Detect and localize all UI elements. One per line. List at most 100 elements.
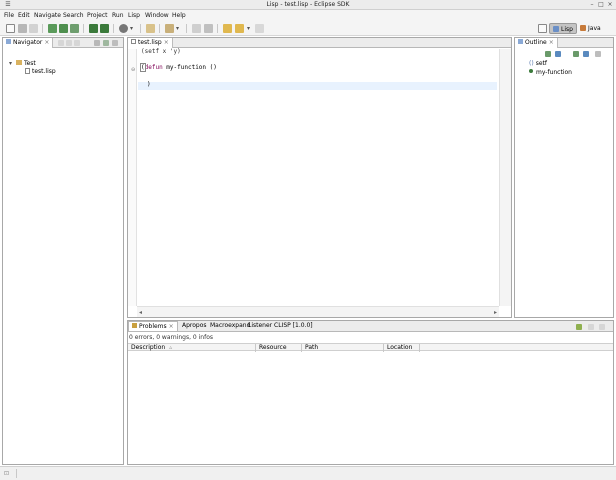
code-line-1[interactable]: (setf x 'y) xyxy=(141,48,181,56)
column-path[interactable]: Path xyxy=(302,344,384,352)
dropdown-arrow-icon[interactable]: ▾ xyxy=(176,24,181,33)
open-perspective-icon[interactable] xyxy=(538,24,547,33)
outline-icon xyxy=(518,39,523,44)
compile-icon[interactable] xyxy=(59,24,68,33)
refresh-icon[interactable] xyxy=(48,24,57,33)
collapse-icon[interactable] xyxy=(100,24,109,33)
bottom-tabbar: Problems × Apropos Macroexpand Listener C… xyxy=(128,321,613,332)
column-description[interactable]: Description ▵ xyxy=(128,344,256,352)
column-resource[interactable]: Resource xyxy=(256,344,302,352)
open-type-icon[interactable] xyxy=(165,24,174,33)
outline-item-setf[interactable]: () setf xyxy=(529,60,547,68)
fast-view-icon[interactable]: ⊡ xyxy=(4,470,9,477)
new-icon[interactable] xyxy=(6,24,15,33)
toolbar-separator xyxy=(113,24,114,33)
up-icon[interactable] xyxy=(74,40,80,46)
menu-window[interactable]: Window xyxy=(145,12,169,19)
expand-icon[interactable] xyxy=(89,24,98,33)
toolbar-separator xyxy=(140,24,141,33)
link-icon[interactable] xyxy=(583,51,589,57)
forward-icon[interactable] xyxy=(66,40,72,46)
current-line-highlight xyxy=(138,82,497,90)
window-title: Lisp - test.lisp - Eclipse SDK xyxy=(266,1,350,8)
tab-listener[interactable]: Listener CLISP [1.0.0] xyxy=(245,321,316,331)
lisp-perspective-icon xyxy=(553,26,559,32)
print-icon[interactable] xyxy=(29,24,38,33)
status-bar: ⊡ xyxy=(0,466,616,480)
toolbar-separator xyxy=(83,24,84,33)
code-line-3[interactable]: ) xyxy=(147,81,151,89)
minimize-view-icon[interactable] xyxy=(599,324,605,330)
expand-arrow-icon[interactable]: ▾ xyxy=(9,60,12,67)
tab-apropos[interactable]: Apropos xyxy=(179,321,210,331)
outline-item-my-function[interactable]: my-function xyxy=(529,69,572,77)
horizontal-scrollbar[interactable]: ◂ ▸ xyxy=(137,306,499,317)
minimize-icon[interactable]: – xyxy=(588,1,596,9)
view-menu-icon[interactable] xyxy=(112,40,118,46)
dropdown-arrow-icon[interactable]: ▾ xyxy=(247,24,252,33)
close-icon[interactable]: × xyxy=(606,1,614,9)
edit-icon[interactable] xyxy=(146,24,155,33)
filter-icon[interactable] xyxy=(573,51,579,57)
window-titlebar: Lisp - test.lisp - Eclipse SDK ☰ – □ × xyxy=(0,0,616,10)
fold-toggle-icon[interactable]: ⊖ xyxy=(131,67,135,73)
project-folder-icon xyxy=(15,60,22,65)
function-icon xyxy=(529,69,533,73)
lisp-file-icon xyxy=(131,39,136,44)
tab-navigator[interactable]: Navigator × xyxy=(3,38,54,48)
java-perspective-icon xyxy=(580,25,586,31)
last-edit-icon[interactable] xyxy=(255,24,264,33)
back-icon[interactable] xyxy=(58,40,64,46)
menu-run[interactable]: Run xyxy=(112,12,124,19)
sort-icon[interactable] xyxy=(545,51,551,57)
menu-lisp[interactable]: Lisp xyxy=(128,12,140,19)
save-icon[interactable] xyxy=(18,24,27,33)
editor-gutter xyxy=(128,49,137,306)
close-tab-icon[interactable]: × xyxy=(169,323,174,330)
close-tab-icon[interactable]: × xyxy=(44,39,49,46)
filter-icon[interactable] xyxy=(576,324,582,330)
scroll-right-icon[interactable]: ▸ xyxy=(494,309,497,316)
back-icon[interactable] xyxy=(223,24,232,33)
run-config-icon[interactable] xyxy=(119,24,128,33)
menu-navigate[interactable]: Navigate xyxy=(34,12,61,19)
tab-problems[interactable]: Problems × xyxy=(128,321,178,331)
toolbar-separator xyxy=(159,24,160,33)
hide-fields-icon[interactable] xyxy=(555,51,561,57)
menu-search[interactable]: Search xyxy=(63,12,84,19)
vertical-scrollbar[interactable] xyxy=(499,49,511,306)
outline-panel: Outline × () setf my-function xyxy=(514,37,614,318)
perspective-lisp[interactable]: Lisp xyxy=(549,23,577,34)
view-menu-icon[interactable] xyxy=(595,51,601,57)
perspective-java[interactable]: Java xyxy=(577,23,604,34)
toolbar-separator xyxy=(217,24,218,33)
editor-panel: test.lisp × ⊖ ◂ ▸ xyxy=(127,37,512,318)
menu-file[interactable]: File xyxy=(4,12,14,19)
close-tab-icon[interactable]: × xyxy=(164,39,169,46)
tab-outline[interactable]: Outline × xyxy=(515,38,558,48)
maximize-icon[interactable]: □ xyxy=(597,1,605,9)
editor-tabbar: test.lisp × xyxy=(128,38,511,48)
scroll-left-icon[interactable]: ◂ xyxy=(139,309,142,316)
menu-edit[interactable]: Edit xyxy=(18,12,30,19)
navigator-tabbar: Navigator × xyxy=(3,38,123,48)
tab-test-lisp[interactable]: test.lisp × xyxy=(128,38,173,48)
column-location[interactable]: Location xyxy=(384,344,420,352)
close-tab-icon[interactable]: × xyxy=(549,39,554,46)
forward-icon[interactable] xyxy=(235,24,244,33)
view-menu-icon[interactable] xyxy=(588,324,594,330)
load-icon[interactable] xyxy=(70,24,79,33)
tree-project-test[interactable]: ▾ Test xyxy=(9,60,36,68)
next-annotation-icon[interactable] xyxy=(192,24,201,33)
previous-annotation-icon[interactable] xyxy=(204,24,213,33)
problems-table-body xyxy=(128,352,613,464)
menu-help[interactable]: Help xyxy=(172,12,186,19)
tree-file-test-lisp[interactable]: test.lisp xyxy=(25,68,56,76)
window-menu-icon[interactable]: ☰ xyxy=(4,1,12,9)
status-separator xyxy=(16,469,17,478)
code-line-2[interactable]: (defun my-function () xyxy=(140,63,217,72)
menu-project[interactable]: Project xyxy=(87,12,108,19)
link-editor-icon[interactable] xyxy=(103,40,109,46)
collapse-all-icon[interactable] xyxy=(94,40,100,46)
dropdown-arrow-icon[interactable]: ▾ xyxy=(130,24,135,33)
